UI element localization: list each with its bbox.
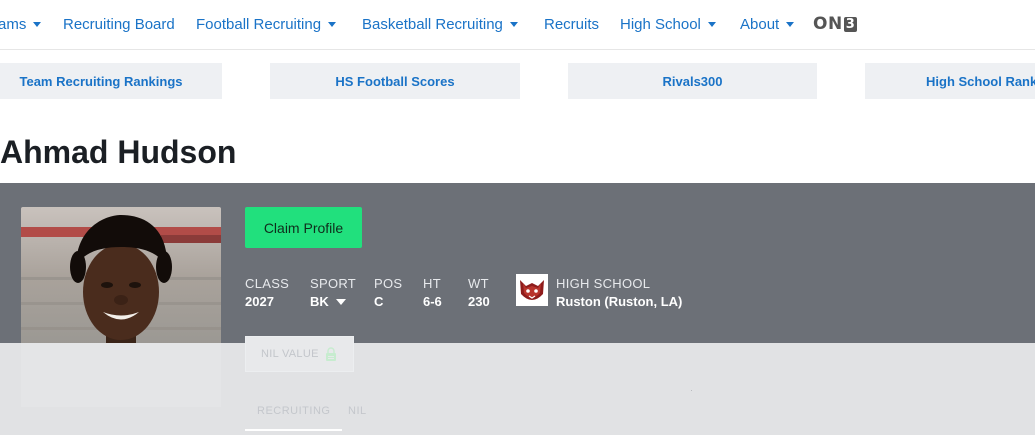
chevron-down-icon [509,22,518,27]
stat-value: BK [310,294,329,309]
overlay-speck [691,390,692,391]
stat-value: 6-6 [423,294,442,309]
claim-profile-button[interactable]: Claim Profile [245,207,362,248]
tab-nil[interactable]: NIL [348,405,367,431]
on3-logo[interactable]: ON 3 [813,14,858,34]
stat-height: HT 6-6 [423,276,442,309]
stat-weight: WT 230 [468,276,490,309]
player-profile-page: ams Recruiting Board Football Recruiting… [0,0,1035,435]
school-label: HIGH SCHOOL [556,276,651,291]
nav-item-recruits[interactable]: Recruits [544,16,599,33]
tab-recruiting[interactable]: RECRUITING [245,405,343,431]
quick-link-label: High School Rankin [926,73,1035,89]
player-name: Ahmad Hudson [0,134,237,170]
nav-item-label: Football Recruiting [196,16,322,33]
chevron-down-icon [786,22,795,27]
stat-value: 2027 [245,294,274,309]
stat-value: 230 [468,294,490,309]
stat-label: HT [423,276,441,291]
tab-label: RECRUITING [257,405,331,417]
nav-item-about[interactable]: About [740,16,795,33]
quick-link-team-rankings[interactable]: Team Recruiting Rankings [0,63,222,99]
quick-link-high-school-rankings[interactable]: High School Rankin [865,63,1035,99]
quick-link-label: Team Recruiting Rankings [19,73,183,89]
nil-value-button[interactable]: NIL VALUE [245,336,354,372]
on3-logo-text: ON [813,14,843,34]
stat-label: SPORT [310,276,357,291]
sport-selector[interactable]: BK [310,294,356,309]
quick-link-hs-football-scores[interactable]: HS Football Scores [270,63,520,99]
stat-value: C [374,294,384,309]
stat-position: POS C [374,276,402,309]
quick-link-label: HS Football Scores [335,73,455,89]
nav-item-basketball-recruiting[interactable]: Basketball Recruiting [362,16,518,33]
nav-item-label: High School [620,16,701,33]
stat-label: POS [374,276,403,291]
stat-label: CLASS [245,276,290,291]
nav-item-label: ams [0,16,27,33]
chevron-down-icon [335,298,346,305]
chevron-down-icon [707,22,716,27]
tab-label: NIL [348,405,367,417]
nav-item-label: Basketball Recruiting [362,16,503,33]
nav-item-football-recruiting[interactable]: Football Recruiting [196,16,337,33]
top-navigation: ams Recruiting Board Football Recruiting… [0,0,1035,50]
photo-overlay [21,343,221,407]
chevron-down-icon [328,22,337,27]
nav-item-label: Recruits [544,16,600,33]
nav-item-label: Recruiting Board [63,16,175,33]
stat-label: WT [468,276,489,291]
stat-sport[interactable]: SPORT BK [310,276,356,309]
school-name[interactable]: Ruston (Ruston, LA) [556,294,682,309]
school-mascot-logo[interactable] [516,274,548,306]
nav-item-label: About [740,16,780,33]
nil-value-label: NIL VALUE [261,348,319,360]
nav-item-teams[interactable]: ams [0,16,42,33]
on3-logo-number: 3 [843,16,858,32]
school-info[interactable]: HIGH SCHOOL Ruston (Ruston, LA) [556,276,682,309]
quick-link-rivals300[interactable]: Rivals300 [568,63,817,99]
chevron-down-icon [33,22,42,27]
quick-link-label: Rivals300 [662,73,723,89]
stat-class: CLASS 2027 [245,276,289,309]
lock-icon [325,347,336,361]
nav-item-recruiting-board[interactable]: Recruiting Board [63,16,175,33]
nav-item-high-school[interactable]: High School [620,16,716,33]
